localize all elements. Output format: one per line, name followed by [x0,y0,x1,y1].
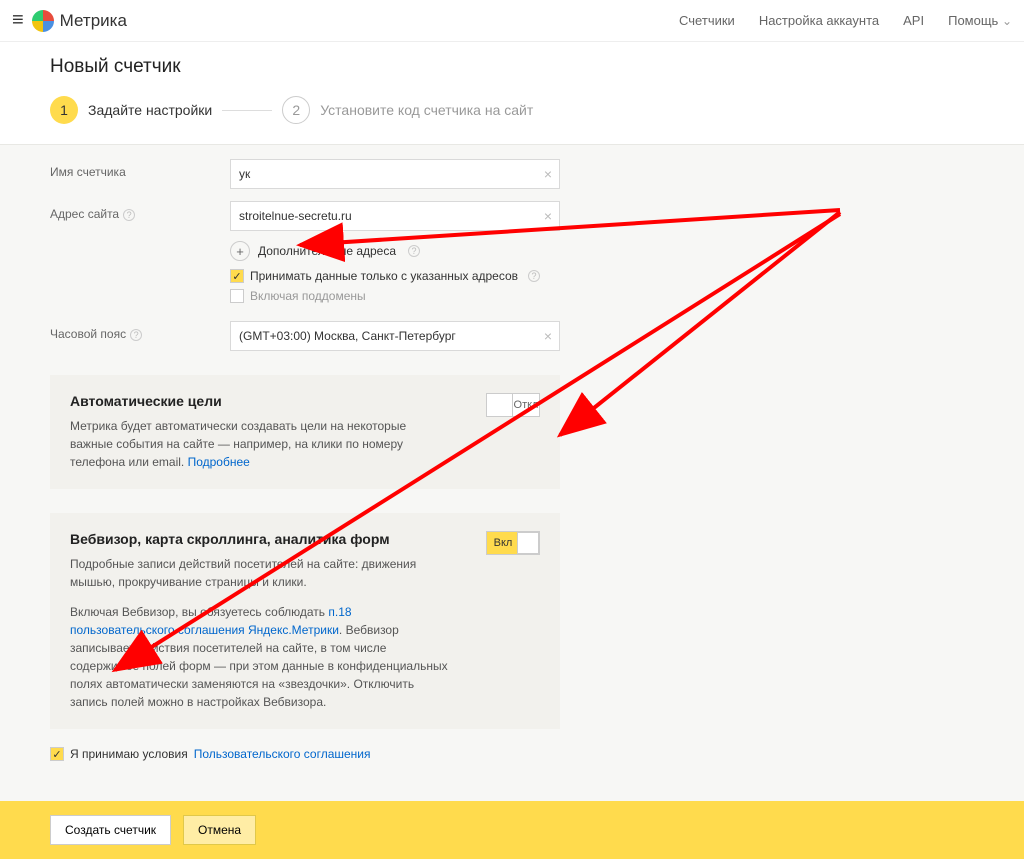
auto-goals-toggle[interactable]: Откл [486,393,540,417]
topbar: ≡ Метрика Счетчики Настройка аккаунта AP… [0,0,1024,42]
counter-name-input[interactable] [230,159,560,189]
chevron-down-icon: ⌄ [1002,14,1012,28]
agree-text: Я принимаю условия [70,747,188,761]
step-divider [222,110,272,111]
plus-icon[interactable]: + [230,241,250,261]
clear-icon[interactable]: × [544,166,552,182]
help-icon[interactable]: ? [123,209,135,221]
auto-goals-card: Автоматические цели Метрика будет автома… [50,375,560,489]
page-title: Новый счетчик [50,56,974,78]
include-subdomains-checkbox[interactable] [230,289,244,303]
add-address-row[interactable]: + Дополнительные адреса ? [230,241,560,261]
nav-api[interactable]: API [903,13,924,28]
top-nav: Счетчики Настройка аккаунта API Помощь ⌄ [679,13,1012,28]
nav-help[interactable]: Помощь ⌄ [948,13,1012,28]
stepper: 1 Задайте настройки 2 Установите код сче… [50,96,974,124]
site-address-input[interactable] [230,201,560,231]
label-site-address: Адрес сайта [50,207,119,221]
webvisor-text2: Включая Вебвизор, вы обязуетесь соблюдат… [70,603,450,711]
auto-goals-text: Метрика будет автоматически создавать це… [70,417,450,471]
help-icon[interactable]: ? [528,270,540,282]
additional-addresses-label: Дополнительные адреса [258,244,396,258]
header-section: Новый счетчик 1 Задайте настройки 2 Уста… [0,42,1024,145]
accept-only-checkbox[interactable] [230,269,244,283]
create-counter-button[interactable]: Создать счетчик [50,815,171,845]
nav-counters[interactable]: Счетчики [679,13,735,28]
step-1-number: 1 [50,96,78,124]
form-area: Имя счетчика × Адрес сайта? × + Дополнит… [0,145,1024,781]
webvisor-title: Вебвизор, карта скроллинга, аналитика фо… [70,531,466,547]
timezone-select[interactable] [230,321,560,351]
cancel-button[interactable]: Отмена [183,815,256,845]
help-icon[interactable]: ? [130,329,142,341]
step-1[interactable]: 1 Задайте настройки [50,96,212,124]
nav-account[interactable]: Настройка аккаунта [759,13,879,28]
clear-icon[interactable]: × [544,328,552,344]
hamburger-icon[interactable]: ≡ [12,9,24,32]
auto-goals-title: Автоматические цели [70,393,466,409]
include-subdomains-label: Включая поддомены [250,289,366,303]
webvisor-text1: Подробные записи действий посетителей на… [70,555,450,591]
webvisor-toggle[interactable]: Вкл [486,531,540,555]
agree-checkbox[interactable] [50,747,64,761]
label-timezone: Часовой пояс [50,327,126,341]
footer-bar: Создать счетчик Отмена [0,801,1024,859]
webvisor-card: Вебвизор, карта скроллинга, аналитика фо… [50,513,560,729]
step-2-label: Установите код счетчика на сайт [320,102,533,118]
agreement-link[interactable]: Пользовательского соглашения [194,747,371,761]
step-2-number: 2 [282,96,310,124]
accept-only-label: Принимать данные только с указанных адре… [250,269,518,283]
logo-icon [32,10,54,32]
step-1-label: Задайте настройки [88,102,212,118]
clear-icon[interactable]: × [544,208,552,224]
agree-row: Я принимаю условия Пользовательского сог… [50,747,974,761]
label-counter-name: Имя счетчика [50,159,230,179]
brand-name: Метрика [60,11,127,31]
step-2[interactable]: 2 Установите код счетчика на сайт [282,96,533,124]
auto-goals-link[interactable]: Подробнее [188,455,250,469]
help-icon[interactable]: ? [408,245,420,257]
